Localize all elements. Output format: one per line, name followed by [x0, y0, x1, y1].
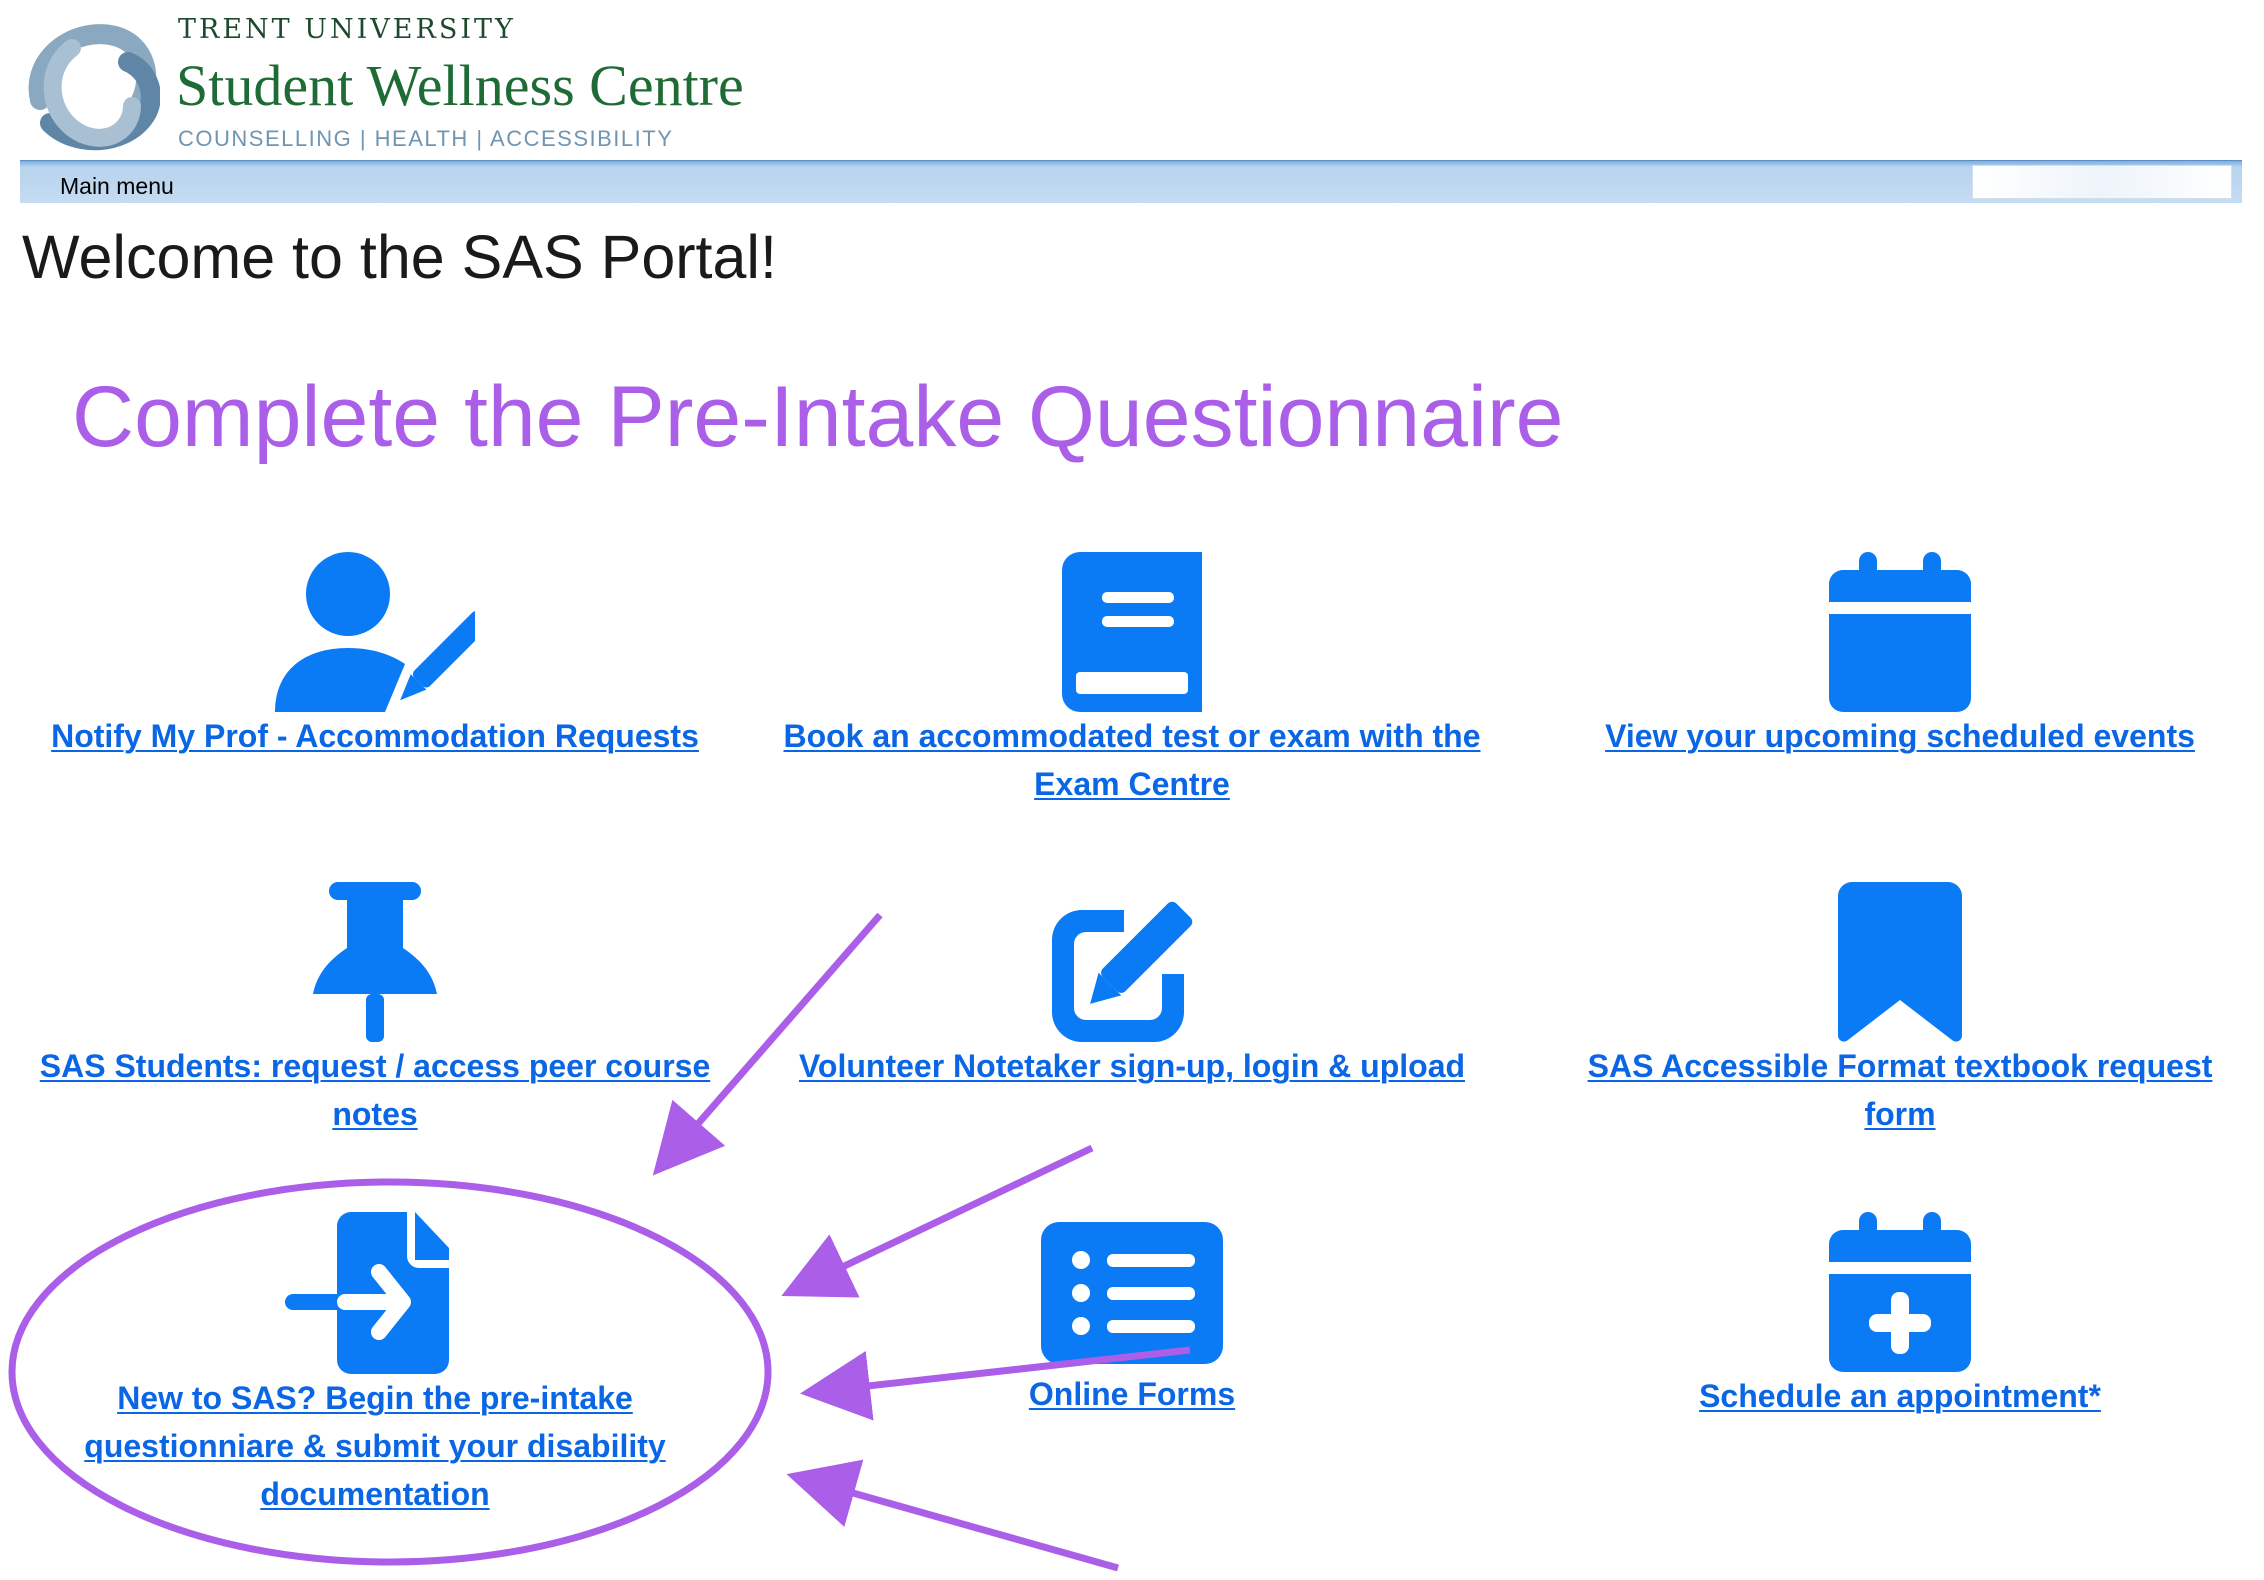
centre-subtitle: COUNSELLING | HEALTH | ACCESSIBILITY — [178, 126, 674, 151]
tile-schedule-appointment[interactable]: Schedule an appointment* — [1570, 1212, 2230, 1420]
calendar-plus-icon — [1829, 1212, 1971, 1372]
tile-volunteer-notetaker[interactable]: Volunteer Notetaker sign-up, login & upl… — [782, 882, 1482, 1090]
main-menu-button[interactable]: Main menu — [60, 173, 174, 200]
menubar-search-box[interactable] — [1972, 165, 2232, 199]
user-pen-icon — [275, 552, 475, 712]
tile-online-forms[interactable]: Online Forms — [932, 1222, 1332, 1418]
sas-portal-page: TRENT UNIVERSITY Student Wellness Centre… — [0, 0, 2264, 1580]
centre-name: Student Wellness Centre — [176, 53, 744, 118]
new-to-sas-link[interactable]: New to SAS? Begin the pre-intake questio… — [50, 1374, 700, 1518]
thumbtack-icon — [313, 882, 437, 1042]
accessible-format-link[interactable]: SAS Accessible Format textbook request f… — [1570, 1042, 2230, 1138]
peer-notes-link[interactable]: SAS Students: request / access peer cour… — [30, 1042, 720, 1138]
pen-to-square-icon — [1052, 901, 1193, 1042]
bookmark-icon — [1838, 882, 1962, 1042]
calendar-icon — [1829, 552, 1971, 712]
page-title: Welcome to the SAS Portal! — [22, 223, 777, 291]
university-name: TRENT UNIVERSITY — [178, 14, 516, 45]
annotation-arrow-4 — [786, 1459, 1119, 1572]
tile-book-exam[interactable]: Book an accommodated test or exam with t… — [782, 552, 1482, 808]
annotation-title: Complete the Pre-Intake Questionnaire — [72, 369, 1564, 465]
file-import-icon — [285, 1212, 449, 1374]
book-exam-link[interactable]: Book an accommodated test or exam with t… — [782, 712, 1482, 808]
volunteer-notetaker-link[interactable]: Volunteer Notetaker sign-up, login & upl… — [782, 1042, 1482, 1090]
list-icon — [1041, 1222, 1223, 1364]
notify-my-prof-link[interactable]: Notify My Prof - Accommodation Requests — [40, 712, 710, 760]
main-menu-bar: Main menu — [20, 160, 2242, 203]
book-icon — [1062, 552, 1202, 712]
online-forms-link[interactable]: Online Forms — [932, 1370, 1332, 1418]
tile-new-to-sas[interactable]: New to SAS? Begin the pre-intake questio… — [50, 1212, 700, 1518]
trent-knot-logo-icon — [28, 24, 160, 151]
tile-upcoming-events[interactable]: View your upcoming scheduled events — [1570, 552, 2230, 760]
upcoming-events-link[interactable]: View your upcoming scheduled events — [1570, 712, 2230, 760]
tile-accessible-format[interactable]: SAS Accessible Format textbook request f… — [1570, 882, 2230, 1138]
tile-peer-notes[interactable]: SAS Students: request / access peer cour… — [30, 882, 720, 1138]
schedule-appointment-link[interactable]: Schedule an appointment* — [1570, 1372, 2230, 1420]
tile-notify-my-prof[interactable]: Notify My Prof - Accommodation Requests — [40, 552, 710, 760]
